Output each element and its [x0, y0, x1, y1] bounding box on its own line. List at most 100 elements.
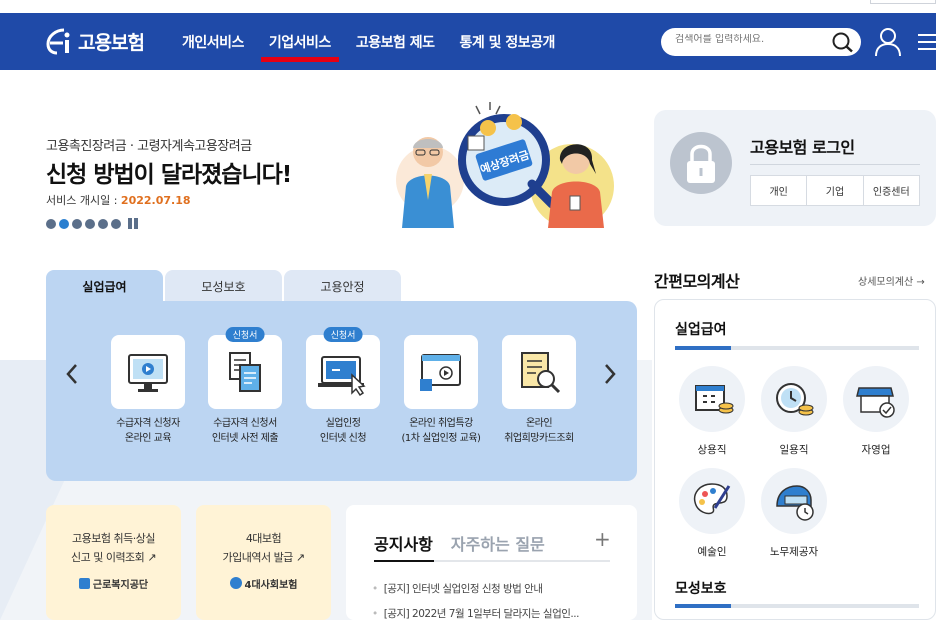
- service-label: 온라인 취업희망카드조회: [492, 417, 586, 446]
- card-line2: 가입내역서 발급: [222, 551, 293, 565]
- service-label-line1: 온라인: [525, 418, 553, 429]
- service-label: 실업인정 인터넷 신청: [296, 417, 390, 446]
- nav-business-services[interactable]: 기업서비스: [260, 13, 339, 70]
- calc-more-link[interactable]: 상세모의계산 →: [858, 273, 925, 288]
- site-header: 고용보험 개인서비스 기업서비스 고용보험 제도 통계 및 정보공개: [0, 13, 936, 70]
- card-line2: 신고 및 이력조회: [70, 551, 145, 565]
- nav-personal-services[interactable]: 개인서비스: [182, 13, 244, 70]
- video-lecture-icon: [420, 354, 461, 391]
- notice-list: [공지] 인터넷 실업인정 신청 방법 안내 [공지] 2022년 7월 1일부…: [372, 581, 612, 620]
- external-link-icon: ↗: [295, 551, 305, 565]
- service-label: 수급자격 신청서 인터넷 사전 제출: [198, 417, 292, 446]
- service-item[interactable]: 신청서 수급자격 신청서 인터넷 사전 제출: [198, 327, 292, 446]
- card-org: 근로복지공단: [46, 576, 181, 591]
- service-icon-box: 신청서: [306, 327, 380, 409]
- nav-statistics[interactable]: 통계 및 정보공개: [459, 13, 555, 70]
- service-label-line1: 실업인정: [325, 418, 361, 429]
- card-line1: 4대보험: [245, 532, 282, 545]
- quick-card-insurance-history[interactable]: 고용보험 취득·상실 신고 및 이력조회 ↗ 근로복지공단: [46, 505, 181, 620]
- application-badge: 신청서: [225, 327, 265, 342]
- calc-job-artist[interactable]: 예술인: [677, 468, 747, 559]
- banner-title[interactable]: 신청 방법이 달라졌습니다!: [46, 155, 292, 189]
- banner-dot[interactable]: [72, 218, 82, 229]
- service-label-line2: 취업희망카드조회: [504, 432, 574, 444]
- banner-dot[interactable]: [111, 218, 121, 229]
- calc-job-self-employed[interactable]: 자영업: [841, 366, 911, 457]
- main-nav: 개인서비스 기업서비스 고용보험 제도 통계 및 정보공개: [182, 13, 580, 70]
- calc-job-platform-worker[interactable]: 노무제공자: [759, 468, 829, 559]
- lock-icon: [670, 132, 732, 194]
- card-search-icon: [521, 352, 561, 394]
- login-personal-button[interactable]: 개인: [751, 176, 808, 205]
- comwel-logo-icon: [78, 577, 90, 589]
- tab-unemployment[interactable]: 실업급여: [46, 270, 163, 302]
- application-badge: 신청서: [323, 327, 363, 342]
- login-box: 고용보험 로그인 개인 기업 인증센터: [654, 110, 936, 226]
- quick-card-4insurance[interactable]: 4대보험 가입내역서 발급 ↗ 4대사회보험: [196, 505, 331, 620]
- service-icon-box: 신청서: [208, 327, 282, 409]
- clock-coins-icon: [761, 366, 827, 432]
- calc-section-maternity: 모성보호: [675, 581, 727, 597]
- banner-date-label: 서비스 개시일 :: [46, 194, 118, 207]
- chevron-right-icon[interactable]: [602, 363, 618, 385]
- calc-section-divider-active: [675, 604, 731, 608]
- card-org-name: 4대사회보험: [244, 579, 298, 591]
- logo-text: 고용보험: [78, 31, 145, 54]
- calc-job-daily[interactable]: 일용직: [759, 366, 829, 457]
- banner-subtitle: 고용촉진장려금 · 고령자계속고용장려금: [46, 139, 252, 154]
- pause-icon[interactable]: [128, 218, 138, 229]
- calc-job-regular[interactable]: 상용직: [677, 366, 747, 457]
- menu-icon[interactable]: [914, 31, 936, 53]
- login-business-button[interactable]: 기업: [807, 176, 864, 205]
- login-divider: [750, 164, 920, 165]
- tab-faq[interactable]: 자주하는 질문: [451, 531, 545, 555]
- banner-illustration: 예상장려금: [396, 102, 614, 228]
- banner-dot-active[interactable]: [59, 218, 69, 229]
- job-label: 일용직: [779, 444, 809, 456]
- user-icon[interactable]: [874, 27, 902, 57]
- external-link-icon: ↗: [147, 551, 157, 565]
- plus-icon[interactable]: +: [594, 527, 611, 551]
- tab-employment-stability[interactable]: 고용안정: [284, 270, 401, 302]
- job-label: 노무제공자: [769, 546, 819, 558]
- search-icon[interactable]: [831, 31, 855, 53]
- store-check-icon: [843, 366, 909, 432]
- banner-date: 서비스 개시일 : 2022.07.18: [46, 192, 191, 208]
- notice-divider-active: [374, 560, 434, 562]
- card-text: 고용보험 취득·상실 신고 및 이력조회 ↗: [46, 529, 181, 568]
- site-logo[interactable]: 고용보험: [44, 25, 145, 57]
- service-item[interactable]: 신청서 실업인정 인터넷 신청: [296, 327, 390, 446]
- service-item[interactable]: 온라인 취업희망카드조회: [492, 335, 586, 446]
- notice-item[interactable]: [공지] 인터넷 실업인정 신청 방법 안내: [372, 581, 612, 596]
- service-label: 온라인 취업특강 (1차 실업인정 교육): [394, 417, 488, 446]
- nav-insurance-system[interactable]: 고용보험 제도: [356, 13, 435, 70]
- login-cert-center-button[interactable]: 인증센터: [864, 176, 919, 205]
- helmet-clock-icon: [761, 468, 827, 534]
- banner-dot[interactable]: [98, 218, 108, 229]
- search-input[interactable]: [675, 34, 825, 45]
- 4insure-logo-icon: [229, 577, 242, 589]
- service-panel: 수급자격 신청자 온라인 교육 신청서 수급자격 신청서 인터넷 사전 제출 신…: [46, 301, 637, 481]
- service-label-line2: 온라인 교육: [124, 432, 172, 444]
- card-text: 4대보험 가입내역서 발급 ↗: [196, 529, 331, 568]
- service-item[interactable]: 수급자격 신청자 온라인 교육: [101, 335, 195, 446]
- tab-maternity[interactable]: 모성보호: [165, 270, 282, 302]
- banner-dot[interactable]: [46, 218, 56, 229]
- tab-notice[interactable]: 공지사항: [374, 531, 433, 555]
- service-icon-box: [111, 335, 185, 409]
- notice-box: 공지사항 자주하는 질문 + [공지] 인터넷 실업인정 신청 방법 안내 [공…: [346, 505, 637, 620]
- job-label: 상용직: [697, 444, 727, 456]
- service-item[interactable]: 온라인 취업특강 (1차 실업인정 교육): [394, 335, 488, 446]
- service-icon-box: [404, 335, 478, 409]
- job-label: 자영업: [861, 444, 891, 456]
- chevron-left-icon[interactable]: [64, 363, 80, 385]
- banner-dot[interactable]: [85, 218, 95, 229]
- palette-icon: [679, 468, 745, 534]
- documents-icon: [229, 352, 261, 392]
- notice-item[interactable]: [공지] 2022년 7월 1일부터 달라지는 실업인...: [372, 606, 612, 620]
- notice-tabs: 공지사항 자주하는 질문: [374, 531, 563, 555]
- service-label-line2: (1차 실업인정 교육): [401, 432, 481, 444]
- login-buttons: 개인 기업 인증센터: [750, 175, 920, 206]
- logo-mark-icon: [46, 28, 70, 55]
- calc-box: 실업급여 상용직 일용직 자영업 예술인 노무제공자 모성보호: [654, 299, 936, 620]
